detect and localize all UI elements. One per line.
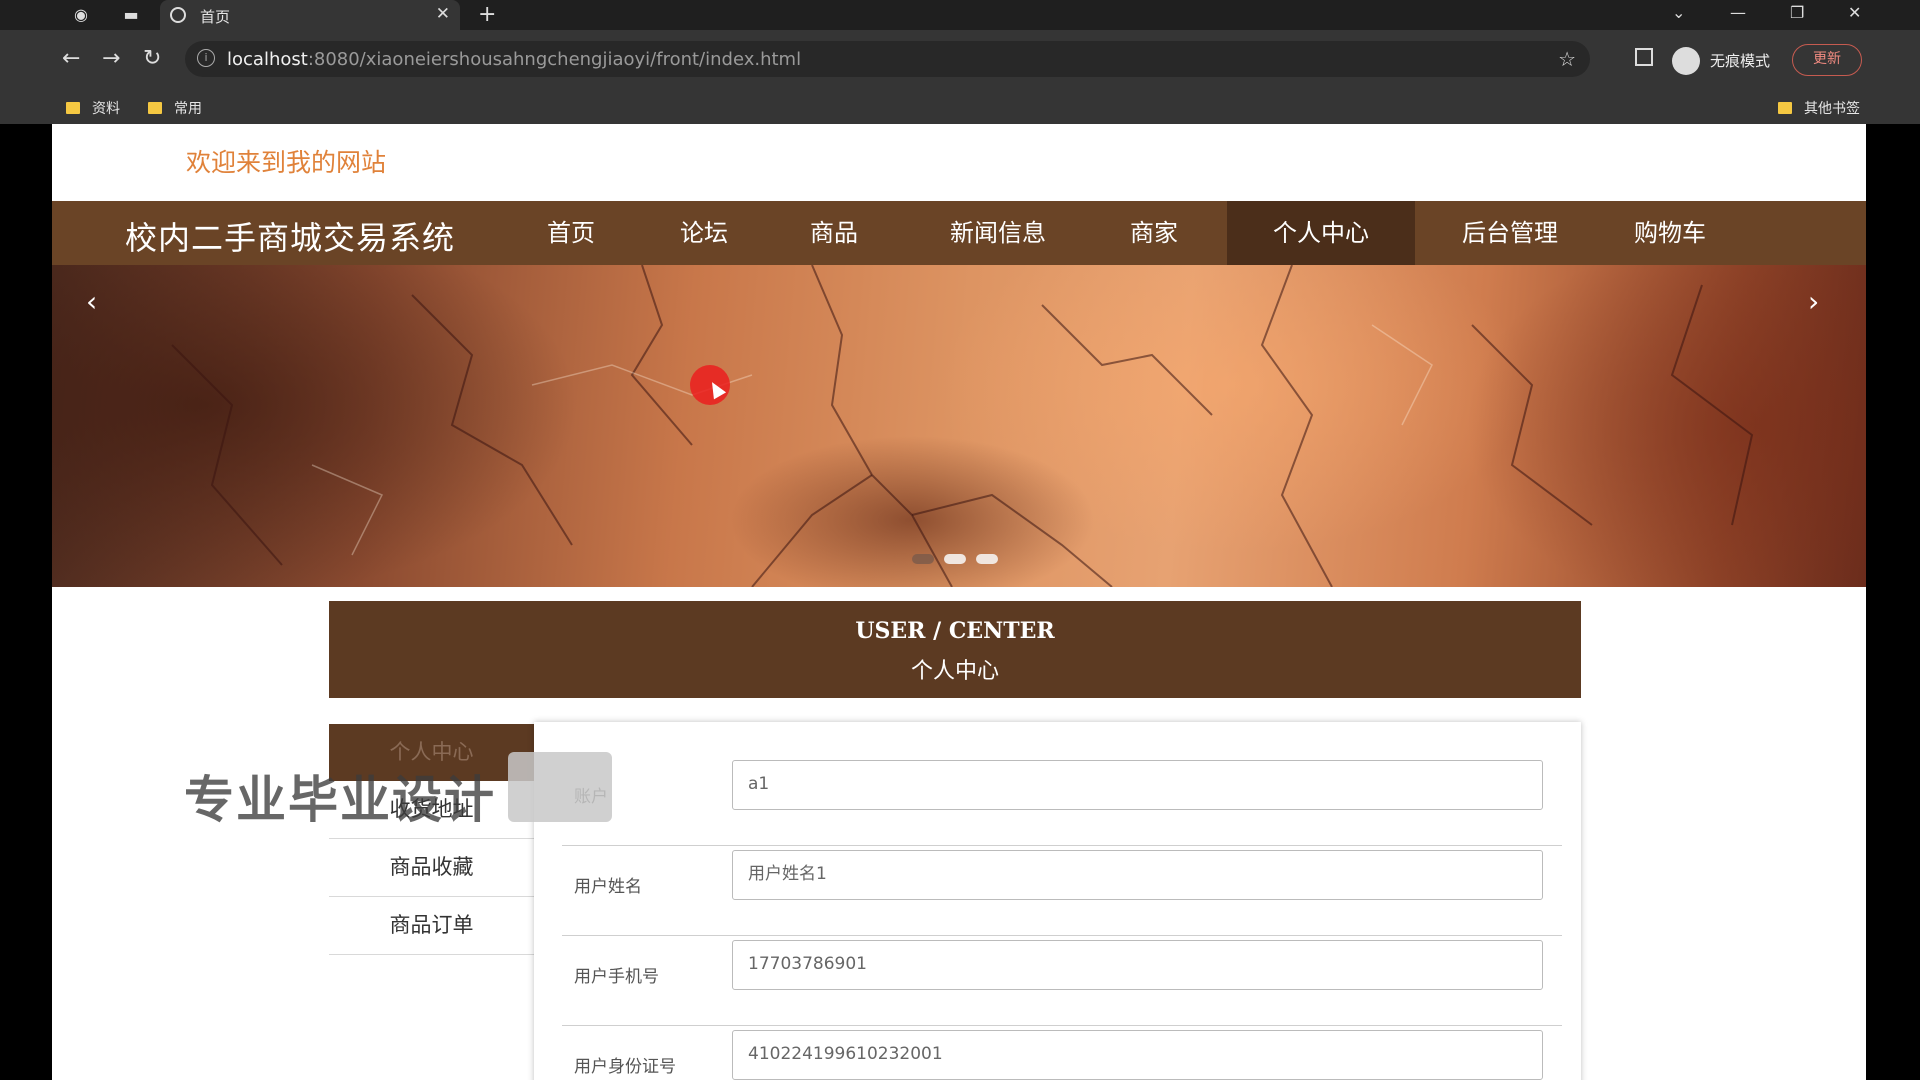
- close-window-icon[interactable]: ✕: [1848, 3, 1861, 22]
- incognito-label: 无痕模式: [1710, 52, 1771, 70]
- bookmark-folder-changyong[interactable]: 常用: [148, 98, 202, 118]
- form-row-idcard: 用户身份证号 410224199610232001: [562, 1025, 1562, 1080]
- carousel-next-icon[interactable]: ›: [1808, 285, 1819, 318]
- site-title: 校内二手商城交易系统: [125, 219, 456, 257]
- side-menu-favorites[interactable]: 商品收藏: [329, 839, 534, 897]
- web-page: 欢迎来到我的网站 校内二手商城交易系统 首页 论坛 商品 新闻信息 商家 个人中…: [52, 124, 1866, 1080]
- folder-icon: [1778, 102, 1792, 114]
- carousel-dot[interactable]: [944, 554, 966, 564]
- form-row-name: 用户姓名 用户姓名1: [562, 845, 1562, 936]
- account-input[interactable]: a1: [732, 760, 1543, 810]
- tab-title: 首页: [200, 8, 231, 26]
- marble-cracks: [171, 265, 1754, 587]
- tab-list-icon[interactable]: ⌄: [1672, 3, 1685, 22]
- minimize-icon[interactable]: —: [1730, 3, 1746, 22]
- section-header: USER / CENTER 个人中心: [329, 601, 1581, 698]
- nav-forum[interactable]: 论坛: [644, 201, 764, 265]
- browser-tab[interactable]: 首页 ✕: [160, 0, 460, 30]
- globe-icon: [170, 7, 186, 23]
- address-bar[interactable]: i localhost:8080/xiaoneiershousahngcheng…: [185, 41, 1590, 77]
- banner-carousel: ‹ ›: [52, 265, 1866, 587]
- form-row-account: 账户 a1: [562, 755, 1562, 846]
- section-title-cn: 个人中心: [910, 659, 999, 684]
- incognito-icon: [1672, 47, 1700, 75]
- main-nav: 校内二手商城交易系统 首页 论坛 商品 新闻信息 商家 个人中心 后台管理 购物…: [52, 201, 1866, 265]
- form-row-phone: 用户手机号 17703786901: [562, 935, 1562, 1026]
- side-panel-icon[interactable]: [1635, 48, 1653, 66]
- section-title-en: USER / CENTER: [855, 618, 1055, 644]
- idcard-input[interactable]: 410224199610232001: [732, 1030, 1543, 1080]
- welcome-text: 欢迎来到我的网站: [186, 148, 387, 177]
- nav-goods[interactable]: 商品: [774, 201, 894, 265]
- url-text[interactable]: localhost:8080/xiaoneiershousahngchengji…: [227, 49, 801, 70]
- user-side-menu: 个人中心 收货地址 商品收藏 商品订单: [329, 724, 534, 955]
- carousel-prev-icon[interactable]: ‹: [86, 285, 97, 318]
- watermark-text: 专业毕业设计: [184, 771, 496, 829]
- browser-toolbar: ← → ↻ i localhost:8080/xiaoneiershousahn…: [0, 30, 1920, 90]
- carousel-dot[interactable]: [976, 554, 998, 564]
- profile-form: 账户 a1 用户姓名 用户姓名1 用户手机号 17703786901 用户身份证…: [534, 722, 1581, 1080]
- other-bookmarks[interactable]: 其他书签: [1778, 98, 1860, 118]
- update-button[interactable]: 更新: [1792, 44, 1862, 76]
- form-label: 用户身份证号: [574, 1057, 676, 1077]
- tab-search-icon[interactable]: ▬: [120, 4, 142, 26]
- browser-tabbar: ◉ ▬ 首页 ✕ + ⌄ — ❐ ✕: [0, 0, 1920, 30]
- carousel-dot[interactable]: [912, 554, 934, 564]
- folder-icon: [66, 102, 80, 114]
- form-label: 用户姓名: [574, 877, 642, 897]
- nav-news[interactable]: 新闻信息: [923, 201, 1073, 265]
- bookmark-star-icon[interactable]: ☆: [1558, 47, 1576, 71]
- forward-icon[interactable]: →: [102, 46, 120, 72]
- form-label: 用户手机号: [574, 967, 659, 987]
- back-icon[interactable]: ←: [62, 46, 80, 72]
- nav-home[interactable]: 首页: [511, 201, 631, 265]
- close-tab-icon[interactable]: ✕: [436, 4, 450, 24]
- restore-icon[interactable]: ❐: [1790, 3, 1804, 22]
- nav-user-center[interactable]: 个人中心: [1227, 201, 1415, 265]
- nav-merchant[interactable]: 商家: [1094, 201, 1214, 265]
- carousel-indicators: [912, 549, 1008, 568]
- new-tab-icon[interactable]: +: [478, 2, 496, 27]
- nav-cart[interactable]: 购物车: [1605, 201, 1735, 265]
- folder-icon: [148, 102, 162, 114]
- site-info-icon[interactable]: i: [197, 49, 215, 67]
- nav-admin[interactable]: 后台管理: [1435, 201, 1585, 265]
- bookmarks-bar: 资料 常用 其他书签: [0, 90, 1920, 124]
- reload-icon[interactable]: ↻: [143, 46, 161, 72]
- name-input[interactable]: 用户姓名1: [732, 850, 1543, 900]
- bookmark-folder-ziliao[interactable]: 资料: [66, 98, 120, 118]
- phone-input[interactable]: 17703786901: [732, 940, 1543, 990]
- watermark-blur: [508, 752, 612, 822]
- side-menu-orders[interactable]: 商品订单: [329, 897, 534, 955]
- browser-menu-icon[interactable]: ◉: [70, 4, 92, 26]
